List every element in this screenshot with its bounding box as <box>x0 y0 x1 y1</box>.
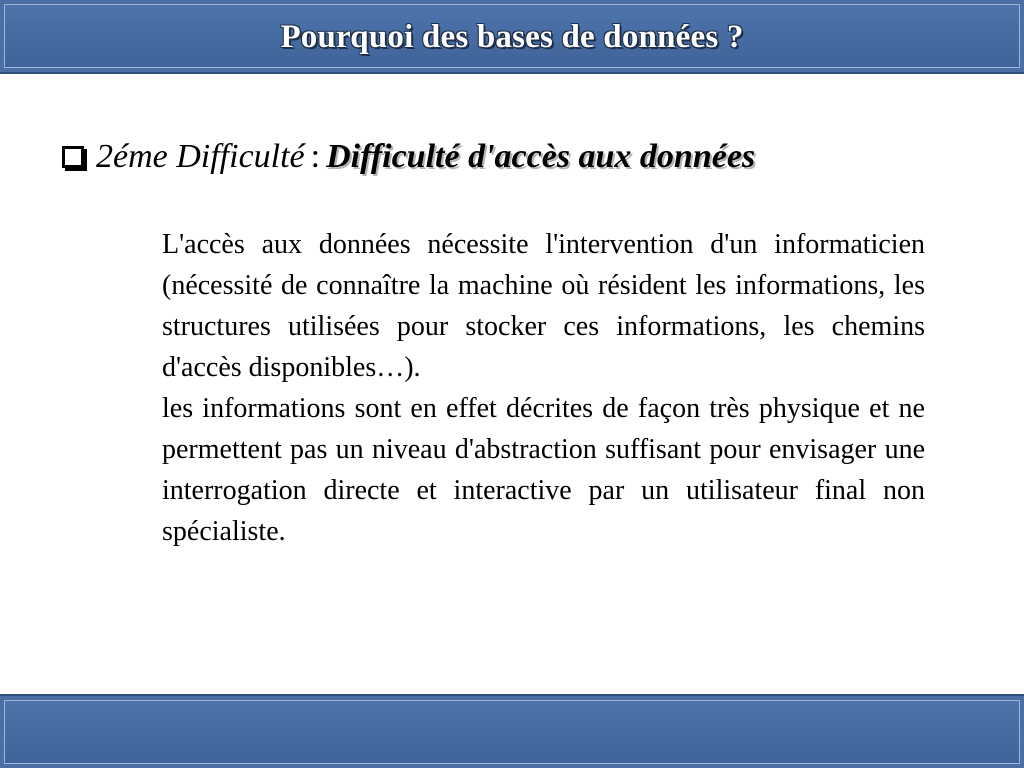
checkbox-bullet-icon <box>62 146 84 168</box>
title-bar-inner: Pourquoi des bases de données ? <box>4 4 1020 68</box>
slide-title: Pourquoi des bases de données ? <box>280 19 744 55</box>
footer-bar <box>0 694 1024 768</box>
footer-bar-inner <box>4 700 1020 764</box>
bullet-heading-line: 2éme Difficulté: Difficulté d'accès aux d… <box>62 138 755 176</box>
difficulty-label: 2éme Difficulté <box>96 138 305 175</box>
separator: : <box>310 138 321 175</box>
paragraph-1: L'accès aux données nécessite l'interven… <box>162 229 925 383</box>
body-text: L'accès aux données nécessite l'interven… <box>162 224 925 552</box>
slide: Pourquoi des bases de données ? 2éme Dif… <box>0 0 1024 768</box>
paragraph-2: les informations sont en effet décrites … <box>162 393 925 547</box>
title-bar: Pourquoi des bases de données ? <box>0 0 1024 74</box>
difficulty-heading: Difficulté d'accès aux données <box>326 138 756 175</box>
